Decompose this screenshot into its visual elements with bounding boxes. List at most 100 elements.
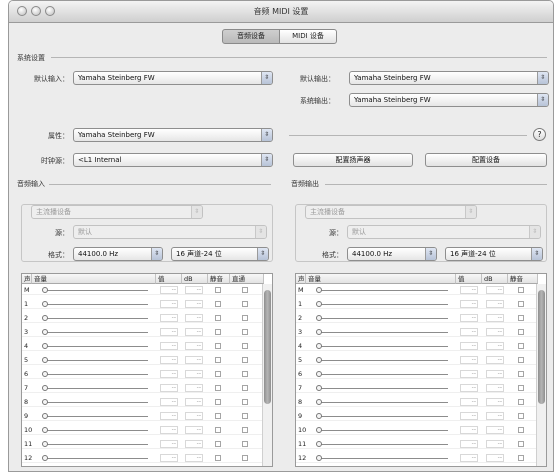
mute-checkbox[interactable] xyxy=(215,399,221,405)
mute-checkbox[interactable] xyxy=(215,413,221,419)
db-value-field[interactable]: -- xyxy=(185,440,203,448)
mute-checkbox[interactable] xyxy=(215,287,221,293)
volume-value-field[interactable]: -- xyxy=(160,398,178,406)
input-rate-popup[interactable]: 44100.0 Hz ⇳ xyxy=(73,247,163,261)
thru-checkbox[interactable] xyxy=(242,455,248,461)
volume-slider-track[interactable] xyxy=(318,444,448,445)
volume-slider-knob[interactable] xyxy=(316,357,322,363)
mute-checkbox[interactable] xyxy=(518,455,524,461)
db-value-field[interactable]: -- xyxy=(185,412,203,420)
thru-checkbox[interactable] xyxy=(242,315,248,321)
mute-checkbox[interactable] xyxy=(215,357,221,363)
volume-slider-track[interactable] xyxy=(318,416,448,417)
thru-checkbox[interactable] xyxy=(242,385,248,391)
volume-value-field[interactable]: -- xyxy=(460,384,478,392)
volume-slider-track[interactable] xyxy=(318,332,448,333)
volume-slider-track[interactable] xyxy=(318,318,448,319)
db-value-field[interactable]: -- xyxy=(486,328,504,336)
output-stream-popup[interactable]: 主流播设备 ⇳ xyxy=(305,205,477,219)
tab-audio-devices[interactable]: 音频设备 xyxy=(222,29,280,44)
default-output-popup[interactable]: Yamaha Steinberg FW ⇳ xyxy=(349,71,549,85)
mute-checkbox[interactable] xyxy=(215,427,221,433)
configure-device-button[interactable]: 配置设备 xyxy=(425,153,547,167)
clock-source-popup[interactable]: <L1 Internal ⇳ xyxy=(73,153,273,167)
default-input-popup[interactable]: Yamaha Steinberg FW ⇳ xyxy=(73,71,273,85)
mute-checkbox[interactable] xyxy=(215,343,221,349)
db-value-field[interactable]: -- xyxy=(185,454,203,462)
output-rate-popup[interactable]: 44100.0 Hz ⇳ xyxy=(347,247,437,261)
volume-value-field[interactable]: -- xyxy=(460,356,478,364)
db-value-field[interactable]: -- xyxy=(486,300,504,308)
volume-slider-knob[interactable] xyxy=(316,385,322,391)
volume-slider-track[interactable] xyxy=(44,458,148,459)
scroll-thumb[interactable] xyxy=(264,290,271,404)
mute-checkbox[interactable] xyxy=(518,427,524,433)
output-table-scrollbar[interactable] xyxy=(536,284,546,466)
thru-checkbox[interactable] xyxy=(242,399,248,405)
thru-checkbox[interactable] xyxy=(242,301,248,307)
input-stream-popup[interactable]: 主流播设备 ⇳ xyxy=(31,205,203,219)
thru-checkbox[interactable] xyxy=(242,441,248,447)
mute-checkbox[interactable] xyxy=(518,343,524,349)
volume-value-field[interactable]: -- xyxy=(160,370,178,378)
volume-slider-track[interactable] xyxy=(318,458,448,459)
mute-checkbox[interactable] xyxy=(215,301,221,307)
volume-value-field[interactable]: -- xyxy=(160,300,178,308)
output-source-popup[interactable]: 默认 ⇳ xyxy=(347,225,541,239)
mute-checkbox[interactable] xyxy=(518,315,524,321)
mute-checkbox[interactable] xyxy=(518,301,524,307)
volume-value-field[interactable]: -- xyxy=(460,286,478,294)
volume-value-field[interactable]: -- xyxy=(460,454,478,462)
mute-checkbox[interactable] xyxy=(215,441,221,447)
db-value-field[interactable]: -- xyxy=(486,356,504,364)
volume-value-field[interactable]: -- xyxy=(160,314,178,322)
volume-value-field[interactable]: -- xyxy=(460,314,478,322)
input-channels-popup[interactable]: 16 声道-24 位 ⇳ xyxy=(171,247,269,261)
thru-checkbox[interactable] xyxy=(242,343,248,349)
db-value-field[interactable]: -- xyxy=(185,328,203,336)
output-channels-popup[interactable]: 16 声道-24 位 ⇳ xyxy=(445,247,543,261)
volume-value-field[interactable]: -- xyxy=(460,300,478,308)
mute-checkbox[interactable] xyxy=(518,441,524,447)
thru-checkbox[interactable] xyxy=(242,413,248,419)
volume-value-field[interactable]: -- xyxy=(460,370,478,378)
volume-value-field[interactable]: -- xyxy=(160,440,178,448)
volume-slider-knob[interactable] xyxy=(316,371,322,377)
db-value-field[interactable]: -- xyxy=(185,286,203,294)
volume-slider-knob[interactable] xyxy=(42,371,48,377)
volume-slider-knob[interactable] xyxy=(316,427,322,433)
thru-checkbox[interactable] xyxy=(242,427,248,433)
db-value-field[interactable]: -- xyxy=(486,412,504,420)
volume-slider-knob[interactable] xyxy=(42,315,48,321)
volume-slider-track[interactable] xyxy=(44,304,148,305)
volume-value-field[interactable]: -- xyxy=(460,328,478,336)
configure-speakers-button[interactable]: 配置扬声器 xyxy=(293,153,413,167)
volume-value-field[interactable]: -- xyxy=(460,412,478,420)
volume-slider-knob[interactable] xyxy=(42,287,48,293)
volume-slider-track[interactable] xyxy=(44,402,148,403)
volume-slider-knob[interactable] xyxy=(316,399,322,405)
volume-value-field[interactable]: -- xyxy=(160,412,178,420)
volume-slider-knob[interactable] xyxy=(316,301,322,307)
volume-value-field[interactable]: -- xyxy=(160,286,178,294)
db-value-field[interactable]: -- xyxy=(486,342,504,350)
db-value-field[interactable]: -- xyxy=(486,370,504,378)
volume-slider-track[interactable] xyxy=(318,402,448,403)
volume-slider-track[interactable] xyxy=(44,290,148,291)
db-value-field[interactable]: -- xyxy=(185,314,203,322)
volume-slider-track[interactable] xyxy=(44,388,148,389)
volume-slider-track[interactable] xyxy=(318,290,448,291)
volume-slider-track[interactable] xyxy=(318,360,448,361)
mute-checkbox[interactable] xyxy=(518,371,524,377)
volume-value-field[interactable]: -- xyxy=(460,342,478,350)
mute-checkbox[interactable] xyxy=(215,385,221,391)
scroll-thumb[interactable] xyxy=(538,290,545,404)
volume-slider-knob[interactable] xyxy=(316,343,322,349)
volume-slider-track[interactable] xyxy=(44,318,148,319)
thru-checkbox[interactable] xyxy=(242,357,248,363)
volume-slider-knob[interactable] xyxy=(42,399,48,405)
volume-slider-knob[interactable] xyxy=(42,301,48,307)
thru-checkbox[interactable] xyxy=(242,287,248,293)
volume-slider-track[interactable] xyxy=(44,430,148,431)
help-button[interactable]: ? xyxy=(533,128,546,141)
